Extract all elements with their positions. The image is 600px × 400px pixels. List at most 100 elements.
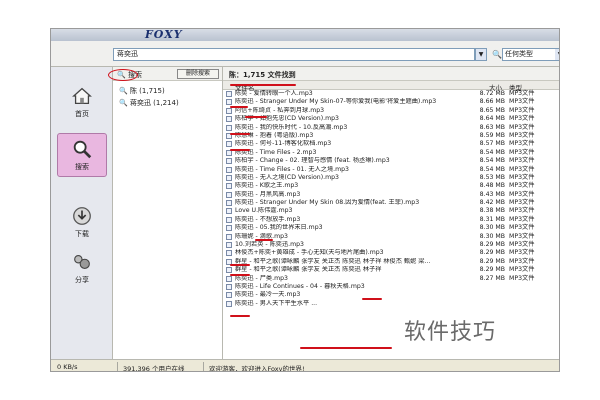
watermark-text: 软件技巧 [404,320,497,345]
search-input[interactable]: 蒋奕迅 [113,48,475,61]
nav-item-download[interactable]: 下载 [57,201,107,245]
delete-search-button[interactable]: 删除搜索 [177,69,219,79]
annotation-underline [230,149,250,151]
file-name: 陈奕 - 爱情转眼一个人.mp3 [235,90,313,97]
file-name: 阿信+陈绮贞 - 私奔到月球.mp3 [235,106,325,114]
table-row[interactable]: 群星 - 和平之歌(谭咏麟 张学友 关正杰 陈奕迅 林子祥 8.29 MB MP3文… [223,266,559,274]
speed-status: 0 KB/s [57,363,78,371]
file-name: 陈奕迅 - 最冷一天.mp3 [235,291,301,299]
file-name: 陈奕迅 - 男人天下平生水平 ... [235,299,318,307]
file-type: MP3文件 [509,207,535,215]
table-row[interactable]: 陈奕迅 - Life Continues - 04 - 暮秋天格.mp3 [223,283,559,291]
file-type: MP3文件 [509,232,535,240]
file-size: 8.29 MB [479,249,505,257]
annotation-circle [108,69,138,81]
audio-file-icon [226,250,232,257]
file-name: 群星 - 和平之歌(谭咏麟 张学友 关正杰 陈奕迅 林子祥 林俊杰 甄妮 梁..… [235,257,431,265]
file-size: 8.65 MB [479,106,505,114]
annotation-underline [230,106,248,108]
nav-item-share[interactable]: 分享 [57,247,107,291]
table-row[interactable]: 陈奕迅 - 最冷一天.mp3 [223,291,559,299]
table-row[interactable]: 陈奕迅 - 尸类.mp3 8.27 MB MP3文件 [223,274,559,283]
tree-node-search-2[interactable]: 🔍 蒋奕迅 (1,214) [119,98,179,108]
title-bar: FOXY [51,29,559,41]
annotation-underline [362,298,382,300]
search-history-dropdown[interactable]: ▼ [475,48,487,61]
annotation-underline [255,239,273,241]
chevron-down-icon[interactable]: ▼ [555,49,559,60]
table-row[interactable]: 陈奕迅 - Time Files - 01. 无人之境.mp3 8.54 MB MP… [223,165,559,174]
table-row[interactable]: 陈奕迅 - 不想放手.mp3 8.31 MB MP3文件 [223,215,559,224]
table-row[interactable]: 陈奕迅 - 男人天下平生水平 ... [223,299,559,308]
left-nav: 首页 搜索 下载 分享 [51,67,113,359]
file-size: 8.42 MB [479,199,505,207]
audio-file-icon [226,116,232,123]
file-name: 陈奕迅 - 何号-11-博客化软档.mp3 [235,140,332,148]
file-type: MP3文件 [509,123,535,131]
file-type: MP3文件 [509,115,535,123]
nav-item-home[interactable]: 首页 [57,81,107,125]
file-type: MP3文件 [509,266,535,274]
annotation-underline [300,347,392,349]
file-size: 8.64 MB [479,115,505,123]
file-name: 陈奕迅 - Time Files - 01. 无人之境.mp3 [235,165,349,173]
file-size: 8.29 MB [479,241,505,249]
table-row[interactable]: 陈奕迅 - Stranger Under My Skin-07-等你爱我(电影'… [223,98,559,106]
nav-item-search[interactable]: 搜索 [57,133,107,177]
audio-file-icon [226,292,232,299]
table-row[interactable]: 陈珊妮 - 滴歌.mp3 8.30 MB MP3文件 [223,232,559,241]
status-bar: 0 KB/s 391,396 个用户在线 欢迎游客，欢迎进入Foxy的世界! [51,359,559,371]
file-type: MP3文件 [509,157,535,165]
audio-file-icon [226,107,232,114]
table-row[interactable]: 阿信+陈绮贞 - 私奔到月球.mp3 8.65 MB MP3文件 [223,106,559,115]
file-name: 陈柏宇 - Change - 02. 理智与感情 (feat. 杨丞琳).mp3 [235,157,390,165]
audio-file-icon [226,242,232,249]
table-row[interactable]: 林俊杰+陈奕+黄雄成 - 手心无知(天与地片尾曲).mp3 8.29 MB MP3文… [223,249,559,257]
file-size: 8.30 MB [479,224,505,232]
file-size: 8.38 MB [479,207,505,215]
file-size: 8.63 MB [479,123,505,131]
file-size: 8.59 MB [479,131,505,139]
file-name: 10.刘若英 - 陈奕迅.mp3 [235,241,304,249]
table-row[interactable]: 陈柏宇 - Change - 02. 理智与感情 (feat. 杨丞琳).mp3… [223,157,559,165]
file-name: 陈慧琳 - 抱着 (粤语版).mp3 [235,131,314,139]
annotation-underline [230,274,250,276]
file-name: 陈奕迅 - 不想放手.mp3 [235,215,301,223]
table-row[interactable]: 陈奕迅 - 何号-11-博客化软档.mp3 8.57 MB MP3文件 [223,140,559,148]
table-row[interactable]: 陈奕迅 - Time Files - 2.mp3 8.54 MB MP3文件 [223,148,559,157]
table-row[interactable]: 陈奕迅 - K歌之王.mp3 8.48 MB MP3文件 [223,182,559,190]
nav-label-share: 分享 [75,276,89,284]
file-size: 8.27 MB [479,274,505,282]
file-type: MP3文件 [509,224,535,232]
results-count: 陈：1,715 文件找到 [229,71,296,79]
search-tree-panel: 🔍 搜索 删除搜索 🔍 陈 (1,715) 🔍 蒋奕迅 (1,214) [113,67,223,359]
file-type-select[interactable]: 任何类型 ▼ [502,48,559,61]
table-row[interactable]: 陈奕迅 - 05.我的世界末日.mp3 8.30 MB MP3文件 [223,224,559,232]
audio-file-icon [226,267,232,274]
table-row[interactable]: 群星 - 和平之歌(谭咏麟 张学友 关正杰 陈奕迅 林子祥 林俊杰 甄妮 梁..… [223,257,559,266]
file-name: Love U.陈伟霆.mp3 [235,207,293,215]
file-size: 8.30 MB [479,232,505,240]
file-size: 8.29 MB [479,257,505,265]
tree-node-search-1[interactable]: 🔍 陈 (1,715) [119,86,165,96]
table-row[interactable]: 陈柏宇 - 如抱先忠(CD Version).mp3 8.64 MB MP3文件 [223,115,559,123]
file-size: 8.57 MB [479,140,505,148]
file-type: MP3文件 [509,182,535,190]
file-size: 8.54 MB [479,157,505,165]
table-row[interactable]: Love U.陈伟霆.mp3 8.38 MB MP3文件 [223,207,559,215]
file-name: 陈奕迅 - 05.我的世界末日.mp3 [235,224,323,232]
file-type: MP3文件 [509,190,535,198]
audio-file-icon [226,158,232,165]
file-name: 陈奕迅 - Time Files - 2.mp3 [235,148,317,156]
annotation-underline [245,116,267,118]
audio-file-icon [226,225,232,232]
table-row[interactable]: 陈奕迅 - 月黑风高.mp3 8.43 MB MP3文件 [223,190,559,199]
file-type: MP3文件 [509,106,535,114]
share-icon [74,255,90,269]
file-name: 群星 - 和平之歌(谭咏麟 张学友 关正杰 陈奕迅 林子祥 [235,266,382,274]
results-header: 陈：1,715 文件找到 [223,67,559,81]
file-type-value: 任何类型 [505,50,533,58]
audio-file-icon [226,208,232,215]
table-row[interactable]: 陈奕迅 - 我的快乐时代 - 10.反高潮.mp3 8.63 MB MP3文件 [223,123,559,132]
foxy-logo: FOXY [145,28,183,41]
